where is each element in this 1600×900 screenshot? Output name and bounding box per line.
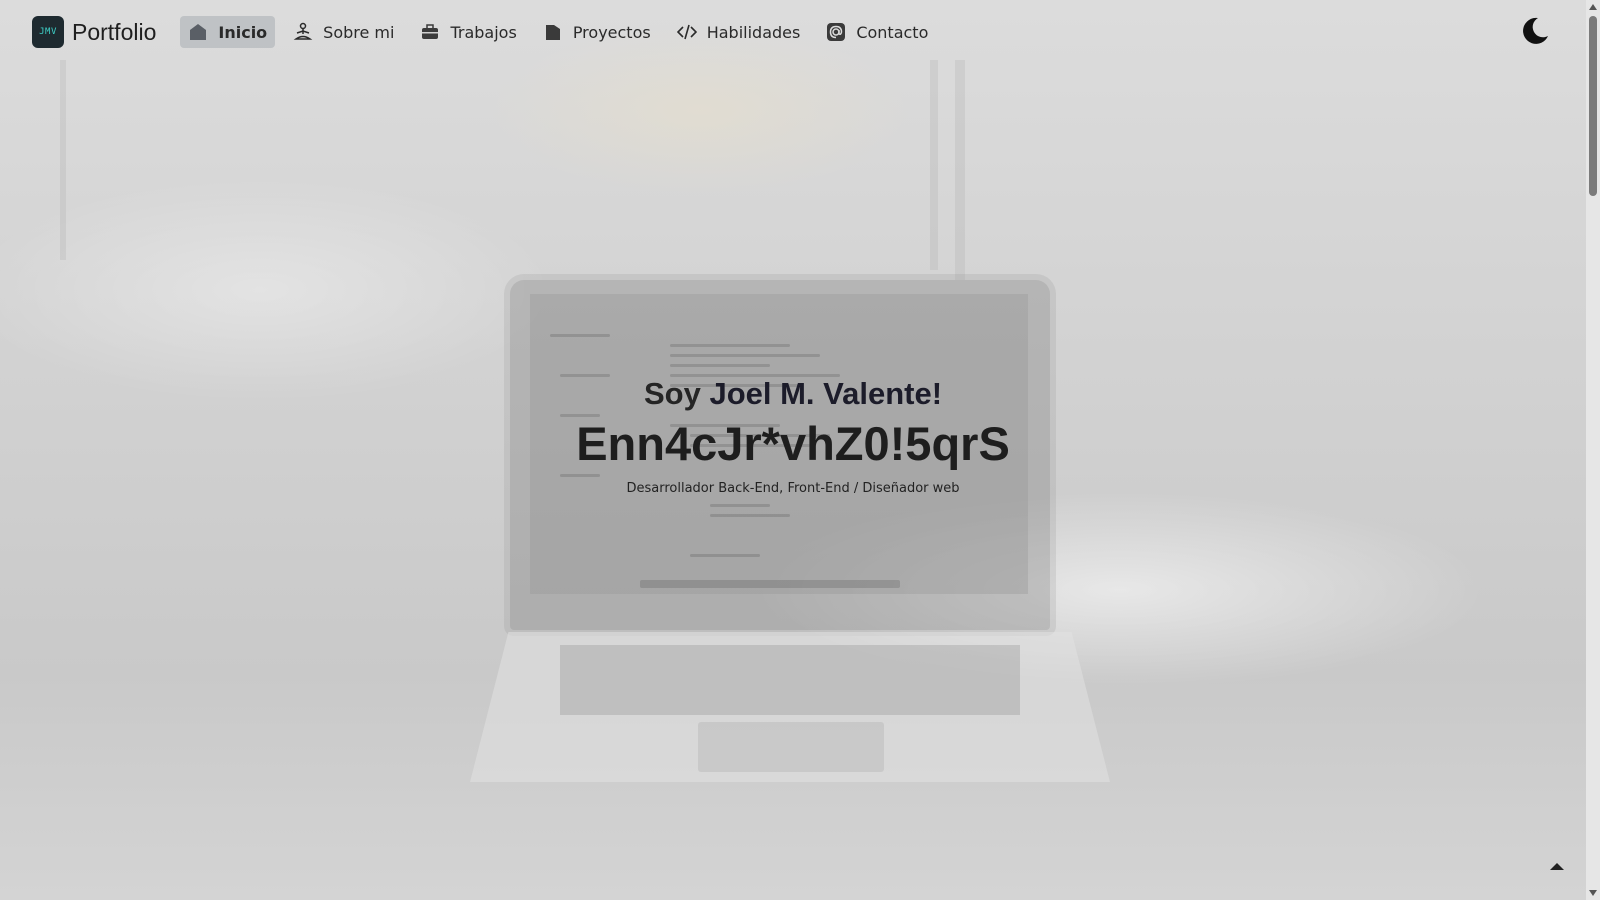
nav-item-habilidades[interactable]: Habilidades bbox=[669, 16, 809, 48]
nav-item-sobre-mi[interactable]: Sobre mi bbox=[285, 16, 402, 48]
main-navbar: JMV Portfolio Inicio Sobre mi Trabajos P… bbox=[0, 0, 1586, 64]
moon-icon[interactable] bbox=[1520, 16, 1550, 46]
person-meditating-icon bbox=[293, 22, 313, 40]
nav-item-contacto[interactable]: Contacto bbox=[818, 16, 936, 48]
nav-item-trabajos[interactable]: Trabajos bbox=[412, 16, 524, 48]
nav-item-proyectos[interactable]: Proyectos bbox=[535, 16, 659, 48]
brand-logo: JMV bbox=[32, 16, 64, 48]
hero-subtitle: Desarrollador Back-End, Front-End / Dise… bbox=[626, 481, 960, 496]
nav-item-label: Proyectos bbox=[572, 22, 651, 42]
nav-item-label: Trabajos bbox=[450, 22, 517, 42]
scrollbar-thumb[interactable] bbox=[1589, 16, 1597, 196]
nav-item-label: Contacto bbox=[856, 22, 929, 42]
brand-link[interactable]: JMV Portfolio bbox=[32, 16, 156, 48]
nav-item-label: Habilidades bbox=[706, 22, 801, 42]
hero-name: Joel M. Valente! bbox=[709, 376, 943, 411]
scroll-down-arrow-icon[interactable] bbox=[1589, 890, 1597, 896]
at-sign-icon bbox=[827, 23, 846, 41]
briefcase-icon bbox=[422, 24, 439, 39]
nav-item-inicio[interactable]: Inicio bbox=[180, 16, 276, 48]
folder-icon bbox=[545, 25, 560, 40]
arrow-up-icon[interactable] bbox=[1548, 860, 1566, 872]
nav-item-label: Inicio bbox=[218, 22, 268, 42]
laptop-trackpad bbox=[698, 722, 884, 772]
scroll-up-arrow-icon[interactable] bbox=[1589, 4, 1597, 10]
laptop-keyboard bbox=[560, 645, 1020, 715]
vertical-scrollbar[interactable] bbox=[1586, 0, 1600, 900]
nav-item-label: Sobre mi bbox=[323, 22, 395, 42]
hero-greeting: Soy Joel M. Valente! bbox=[0, 376, 1586, 412]
code-icon bbox=[676, 24, 697, 40]
brand-title: Portfolio bbox=[72, 18, 157, 45]
hero-section: Soy Joel M. Valente! Enn4cJr*vhZ0!5qrS D… bbox=[0, 376, 1586, 496]
hero-greeting-prefix: Soy bbox=[643, 376, 701, 411]
hero-animated-text: Enn4cJr*vhZ0!5qrS bbox=[576, 417, 1010, 470]
home-icon bbox=[190, 24, 207, 40]
